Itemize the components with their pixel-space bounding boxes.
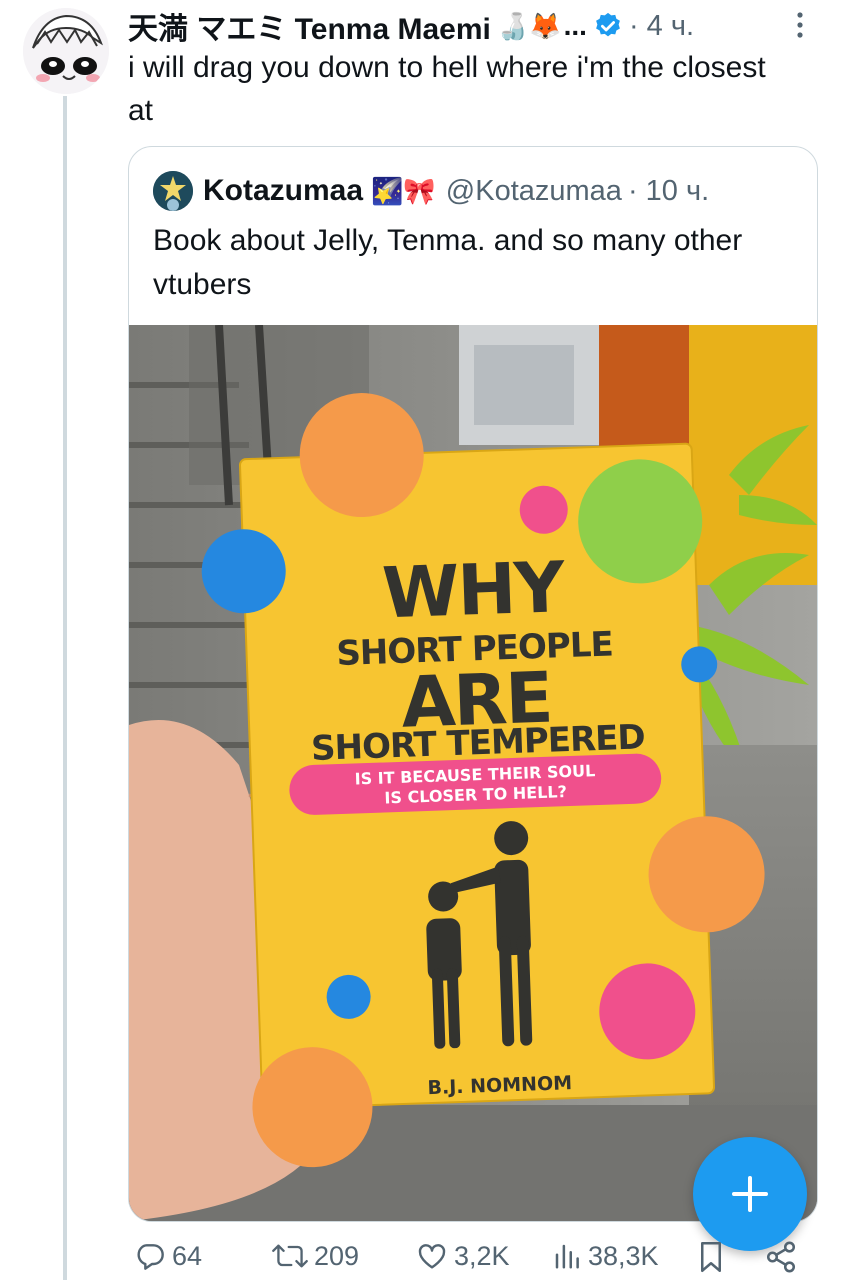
quoted-post-timestamp: · 10 ч.	[627, 174, 710, 207]
plus-icon	[732, 1176, 768, 1212]
compose-button[interactable]	[693, 1137, 807, 1251]
quoted-post-photo[interactable]: WHY SHORT PEOPLE ARE SHORT TEMPERED IS I…	[129, 325, 817, 1221]
repost-button[interactable]: 209	[272, 1240, 359, 1272]
like-count: 3,2K	[454, 1240, 510, 1271]
more-vertical-icon[interactable]	[790, 10, 810, 40]
quoted-author-handle: @Kotazumaa	[445, 174, 622, 207]
views-count: 38,3K	[588, 1240, 659, 1271]
post-text: i will drag you down to hell where i'm t…	[128, 51, 766, 127]
quoted-author-display-name: Kotazumaa	[203, 174, 364, 207]
views-icon	[555, 1244, 579, 1269]
post-header: 天満 マエミ Tenma Maemi 🍶🦊 ... · 4 ч.	[128, 4, 694, 48]
verified-badge-icon	[593, 11, 623, 41]
name-truncation-ellipsis: ...	[563, 10, 587, 41]
author-avatar[interactable]	[23, 8, 109, 94]
reply-count: 64	[172, 1240, 203, 1271]
share-button[interactable]	[764, 1240, 798, 1274]
post-action-bar: 64 209 3,2K 38,3K	[0, 1240, 841, 1280]
quoted-author-name-emojis: 🌠🎀	[371, 175, 436, 206]
bookmark-button[interactable]	[696, 1240, 726, 1274]
heart-icon	[418, 1244, 446, 1269]
author-name-emojis: 🍶🦊	[496, 10, 562, 41]
repost-count: 209	[314, 1240, 360, 1271]
reply-button[interactable]: 64	[134, 1240, 202, 1272]
quoted-post-card[interactable]: Kotazumaa 🌠🎀 @Kotazumaa · 10 ч. Book abo…	[128, 146, 818, 1222]
share-icon	[766, 1241, 796, 1273]
like-button[interactable]: 3,2K	[416, 1240, 510, 1272]
views-button[interactable]: 38,3K	[552, 1240, 659, 1272]
bookmark-icon	[701, 1242, 721, 1272]
quoted-post-text: Book about Jelly, Tenma. and so many oth…	[153, 224, 743, 301]
author-display-name[interactable]: 天満 マエミ Tenma Maemi	[128, 4, 491, 48]
repost-icon	[272, 1244, 308, 1268]
quoted-author-avatar	[153, 171, 193, 211]
thread-connector-line	[63, 96, 67, 1280]
reply-icon	[137, 1244, 164, 1270]
quoted-post-header: Kotazumaa 🌠🎀 @Kotazumaa · 10 ч.	[153, 169, 709, 213]
post-timestamp[interactable]: · 4 ч.	[629, 10, 694, 43]
book-cover	[201, 393, 765, 1168]
